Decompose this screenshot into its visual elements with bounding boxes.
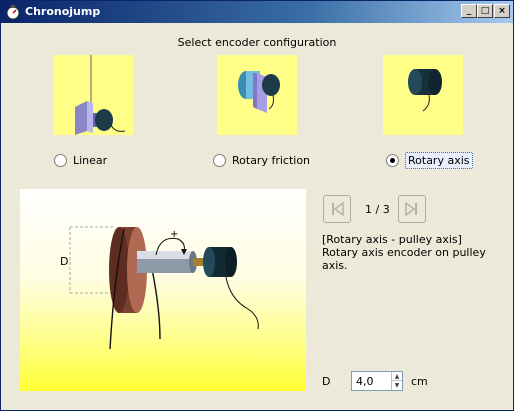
previous-button[interactable] bbox=[323, 195, 351, 223]
rotary-axis-encoder-image[interactable] bbox=[383, 55, 463, 135]
description-title: [Rotary axis - pulley axis] bbox=[322, 233, 462, 246]
encoder-config-window: Chronojump _ □ × Select encoder configur… bbox=[0, 0, 514, 411]
spinner-down-icon[interactable]: ▼ bbox=[392, 381, 402, 390]
rotary-friction-radio[interactable] bbox=[213, 153, 226, 167]
minimize-icon: _ bbox=[466, 6, 472, 16]
spinner-up-icon[interactable]: ▲ bbox=[392, 372, 402, 381]
linear-radio[interactable] bbox=[54, 153, 67, 167]
d-dimension-label: D bbox=[60, 255, 68, 268]
rotary-axis-label[interactable]: Rotary axis bbox=[405, 151, 473, 169]
maximize-button[interactable]: □ bbox=[477, 4, 493, 18]
encoder-diagram: D + bbox=[20, 189, 306, 391]
page-counter: 1 / 3 bbox=[365, 203, 390, 216]
dialog-heading: Select encoder configuration bbox=[177, 36, 337, 49]
close-icon: × bbox=[498, 6, 506, 16]
rotary-friction-encoder-image[interactable] bbox=[217, 55, 297, 135]
rotary-axis-radio[interactable] bbox=[386, 153, 399, 167]
rotary-friction-label[interactable]: Rotary friction bbox=[232, 154, 310, 167]
rotation-plus-label: + bbox=[170, 229, 178, 240]
maximize-icon: □ bbox=[480, 6, 490, 16]
window-title: Chronojump bbox=[25, 5, 101, 18]
close-button[interactable]: × bbox=[494, 4, 510, 18]
d-unit-label: cm bbox=[411, 375, 428, 388]
description-body: Rotary axis encoder on pulley axis. bbox=[322, 246, 486, 272]
chronojump-app-icon bbox=[6, 5, 20, 20]
option-linear[interactable]: Linear bbox=[54, 152, 107, 168]
skip-previous-icon bbox=[332, 201, 344, 217]
title-bar[interactable]: Chronojump _ □ × bbox=[1, 1, 513, 23]
minimize-button[interactable]: _ bbox=[461, 4, 477, 18]
skip-next-icon bbox=[405, 201, 417, 217]
option-rotary-friction[interactable]: Rotary friction bbox=[213, 152, 310, 168]
d-value-input[interactable]: 4,0 bbox=[356, 375, 374, 388]
d-parameter-label: D bbox=[322, 375, 331, 388]
next-button[interactable] bbox=[398, 195, 426, 223]
linear-encoder-image[interactable] bbox=[53, 55, 133, 135]
d-value-spinner[interactable]: 4,0 ▲ ▼ bbox=[351, 371, 403, 391]
dialog-content: Select encoder configuration Linear Rota… bbox=[2, 23, 512, 410]
option-rotary-axis[interactable]: Rotary axis bbox=[386, 151, 473, 169]
linear-label[interactable]: Linear bbox=[73, 154, 107, 167]
spinner-buttons: ▲ ▼ bbox=[391, 372, 402, 390]
